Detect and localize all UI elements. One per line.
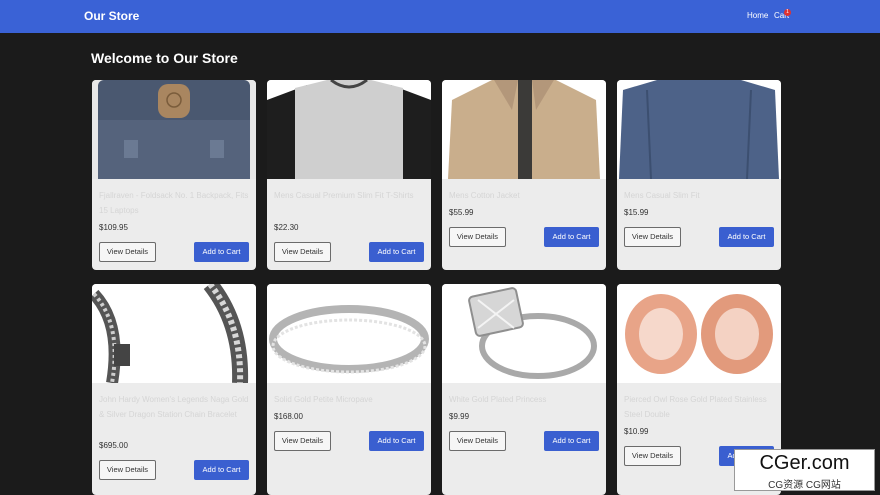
product-name[interactable]: White Gold Plated Princess <box>449 392 599 407</box>
product-name[interactable]: Mens Cotton Jacket <box>449 188 599 203</box>
product-card: Mens Casual Premium Slim Fit T-Shirts $2… <box>267 80 431 270</box>
product-name[interactable]: Pierced Owl Rose Gold Plated Stainless S… <box>624 392 774 422</box>
product-card: Mens Casual Slim Fit $15.99 View Details… <box>617 80 781 270</box>
product-price: $9.99 <box>449 412 470 421</box>
add-to-cart-button[interactable]: Add to Cart <box>369 242 424 262</box>
cart-count-badge: 1 <box>784 9 791 16</box>
product-image-princess-ring[interactable] <box>442 284 606 383</box>
navbar: Our Store Home Cart 1 <box>0 0 880 33</box>
product-price: $168.00 <box>274 412 303 421</box>
nav-home-link[interactable]: Home <box>747 11 768 20</box>
product-price: $22.30 <box>274 223 299 232</box>
add-to-cart-button[interactable]: Add to Cart <box>194 460 249 480</box>
brand-link[interactable]: Our Store <box>84 9 139 23</box>
add-to-cart-button[interactable]: Add to Cart <box>719 227 774 247</box>
view-details-button[interactable]: View Details <box>99 242 156 262</box>
view-details-button[interactable]: View Details <box>274 431 331 451</box>
product-price: $109.95 <box>99 223 128 232</box>
watermark: CGer.com CG资源 CG网站 <box>734 449 875 491</box>
product-card: Fjallraven - Foldsack No. 1 Backpack, Fi… <box>92 80 256 270</box>
product-name[interactable]: Solid Gold Petite Micropave <box>274 392 424 407</box>
view-details-button[interactable]: View Details <box>624 446 681 466</box>
product-image-rose-gold-plugs[interactable] <box>617 284 781 383</box>
product-card: Mens Cotton Jacket $55.99 View Details A… <box>442 80 606 270</box>
product-price: $10.99 <box>624 427 649 436</box>
add-to-cart-button[interactable]: Add to Cart <box>544 227 599 247</box>
product-card: John Hardy Women's Legends Naga Gold & S… <box>92 284 256 495</box>
product-image-jacket[interactable] <box>442 80 606 179</box>
product-name[interactable]: Fjallraven - Foldsack No. 1 Backpack, Fi… <box>99 188 249 218</box>
view-details-button[interactable]: View Details <box>449 227 506 247</box>
page-title: Welcome to Our Store <box>91 50 238 66</box>
watermark-logo-text: CGer.com <box>759 452 850 474</box>
view-details-button[interactable]: View Details <box>624 227 681 247</box>
product-price: $695.00 <box>99 441 128 450</box>
product-card: Solid Gold Petite Micropave $168.00 View… <box>267 284 431 495</box>
view-details-button[interactable]: View Details <box>449 431 506 451</box>
product-image-tshirt[interactable] <box>267 80 431 179</box>
product-price: $55.99 <box>449 208 474 217</box>
product-name[interactable]: Mens Casual Premium Slim Fit T-Shirts <box>274 188 424 203</box>
product-image-micropave-ring[interactable] <box>267 284 431 383</box>
product-name[interactable]: Mens Casual Slim Fit <box>624 188 774 203</box>
product-card: White Gold Plated Princess $9.99 View De… <box>442 284 606 495</box>
product-image-backpack[interactable] <box>92 80 256 179</box>
add-to-cart-button[interactable]: Add to Cart <box>194 242 249 262</box>
view-details-button[interactable]: View Details <box>99 460 156 480</box>
product-price: $15.99 <box>624 208 649 217</box>
add-to-cart-button[interactable]: Add to Cart <box>544 431 599 451</box>
product-image-slim-fit[interactable] <box>617 80 781 179</box>
product-name[interactable]: John Hardy Women's Legends Naga Gold & S… <box>99 392 249 422</box>
view-details-button[interactable]: View Details <box>274 242 331 262</box>
product-image-bracelet[interactable] <box>92 284 256 383</box>
watermark-subtext: CG资源 CG网站 <box>768 480 841 491</box>
add-to-cart-button[interactable]: Add to Cart <box>369 431 424 451</box>
